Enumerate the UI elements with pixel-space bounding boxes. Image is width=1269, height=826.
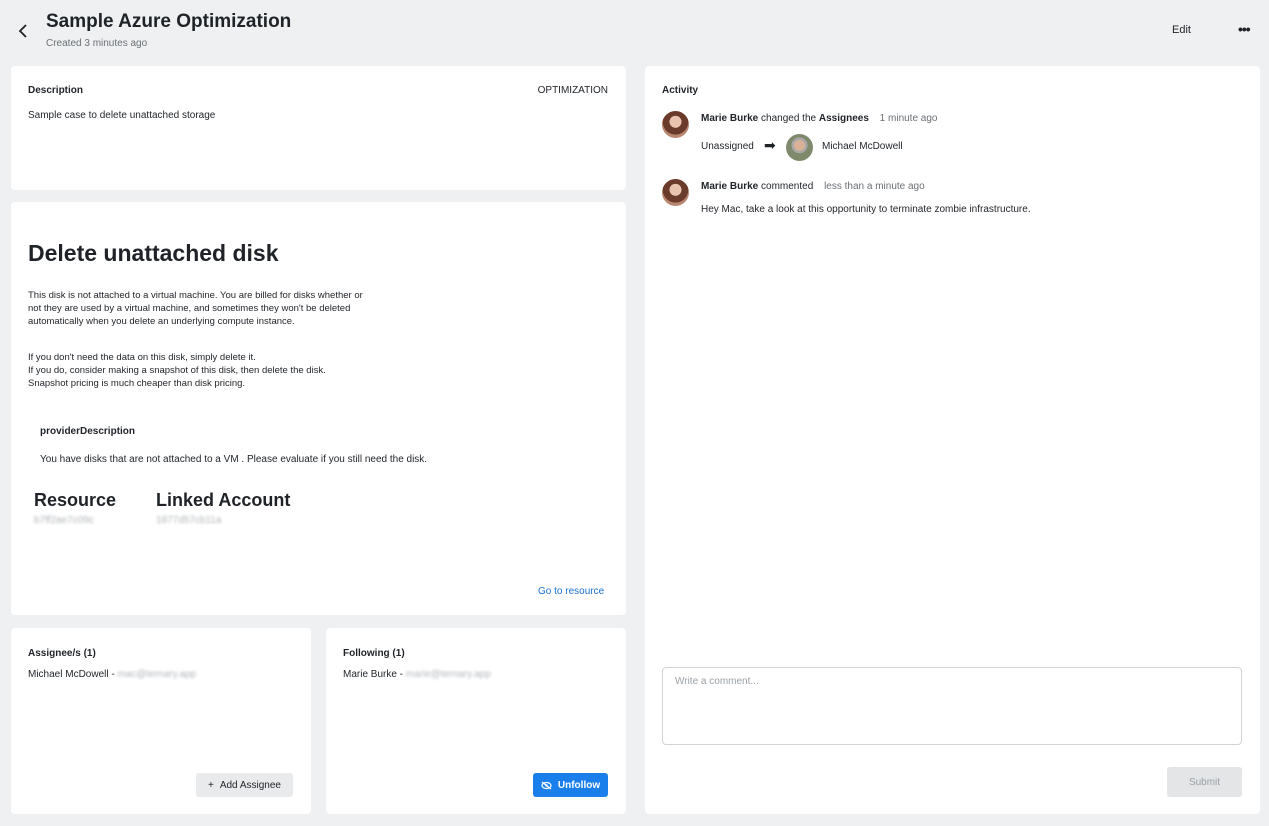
assignee-name: Michael McDowell — [28, 669, 109, 680]
follower-email: marie@ternary.app — [405, 669, 491, 680]
following-card: Following (1) Marie Burke - marie@ternar… — [326, 628, 626, 814]
add-assignee-label: Add Assignee — [219, 779, 281, 791]
activity-action: commented — [758, 181, 814, 192]
activity-target: Assignees — [818, 113, 869, 124]
detail-title: Delete unattached disk — [28, 240, 279, 266]
activity-action: changed the — [758, 113, 819, 124]
resource-value: b7ff2ae7c09c — [34, 515, 94, 526]
follower-entry: Marie Burke - marie@ternary.app — [343, 669, 491, 680]
activity-heading: Activity — [662, 85, 699, 96]
go-to-resource-link[interactable]: Go to resource — [538, 586, 604, 597]
arrow-right-icon: ➡ — [764, 137, 776, 153]
assignee-change-from: Unassigned — [701, 141, 754, 152]
category-label: OPTIMIZATION — [537, 85, 608, 96]
activity-user: Marie Burke — [701, 181, 759, 192]
edit-button[interactable]: Edit — [1172, 24, 1191, 36]
more-options-icon[interactable]: ••• — [1238, 21, 1251, 37]
back-button[interactable] — [12, 20, 34, 42]
provider-heading: providerDescription — [40, 426, 136, 437]
page-title: Sample Azure Optimization — [46, 11, 292, 32]
add-assignee-button[interactable]: + Add Assignee — [196, 773, 293, 797]
follower-separator: - — [396, 669, 406, 680]
description-card: Description OPTIMIZATION Sample case to … — [11, 66, 626, 190]
page-header: Sample Azure Optimization Created 3 minu… — [0, 0, 1269, 60]
description-heading: Description — [28, 85, 84, 96]
activity-comment: Hey Mac, take a look at this opportunity… — [701, 204, 1031, 215]
plus-icon: + — [207, 779, 214, 791]
assignee-entry: Michael McDowell - mac@ternary.app — [28, 669, 196, 680]
detail-card: Delete unattached disk This disk is not … — [11, 202, 626, 615]
avatar — [662, 111, 689, 138]
provider-text: You have disks that are not attached to … — [40, 454, 428, 465]
detail-paragraph-2-line-2: If you do, consider making a snapshot of… — [28, 365, 326, 376]
avatar — [786, 134, 813, 161]
activity-entry-header: Marie Burke changed the Assignees 1 minu… — [701, 113, 938, 124]
resource-label: Resource — [34, 490, 117, 510]
submit-button[interactable]: Submit — [1167, 767, 1242, 797]
assignee-heading: Assignee/s (1) — [28, 648, 96, 659]
assignee-email: mac@ternary.app — [117, 669, 197, 680]
following-heading: Following (1) — [343, 648, 405, 659]
activity-entry-header: Marie Burke commented less than a minute… — [701, 181, 925, 192]
avatar — [662, 179, 689, 206]
activity-user: Marie Burke — [701, 113, 759, 124]
activity-card: Activity Marie Burke changed the Assigne… — [645, 66, 1260, 814]
assignee-card: Assignee/s (1) Michael McDowell - mac@te… — [11, 628, 311, 814]
assignee-change-to: Michael McDowell — [822, 141, 903, 152]
description-text: Sample case to delete unattached storage — [28, 110, 216, 121]
follower-name: Marie Burke — [343, 669, 397, 680]
detail-paragraph-2-line-1: If you don't need the data on this disk,… — [28, 352, 256, 363]
unfollow-button[interactable]: Unfollow — [533, 773, 608, 797]
detail-paragraph-1: This disk is not attached to a virtual m… — [28, 290, 363, 327]
linked-account-label: Linked Account — [156, 490, 291, 510]
unfollow-label: Unfollow — [557, 779, 601, 791]
comment-input[interactable] — [662, 667, 1242, 745]
linked-account-value: 1877d57cb11a — [156, 515, 222, 526]
eye-slash-icon — [541, 781, 552, 789]
activity-time: 1 minute ago — [879, 113, 938, 124]
activity-time: less than a minute ago — [824, 181, 925, 192]
page-subtitle: Created 3 minutes ago — [46, 38, 148, 49]
chevron-left-icon — [18, 24, 27, 38]
detail-paragraph-2-line-3: Snapshot pricing is much cheaper than di… — [28, 378, 246, 389]
